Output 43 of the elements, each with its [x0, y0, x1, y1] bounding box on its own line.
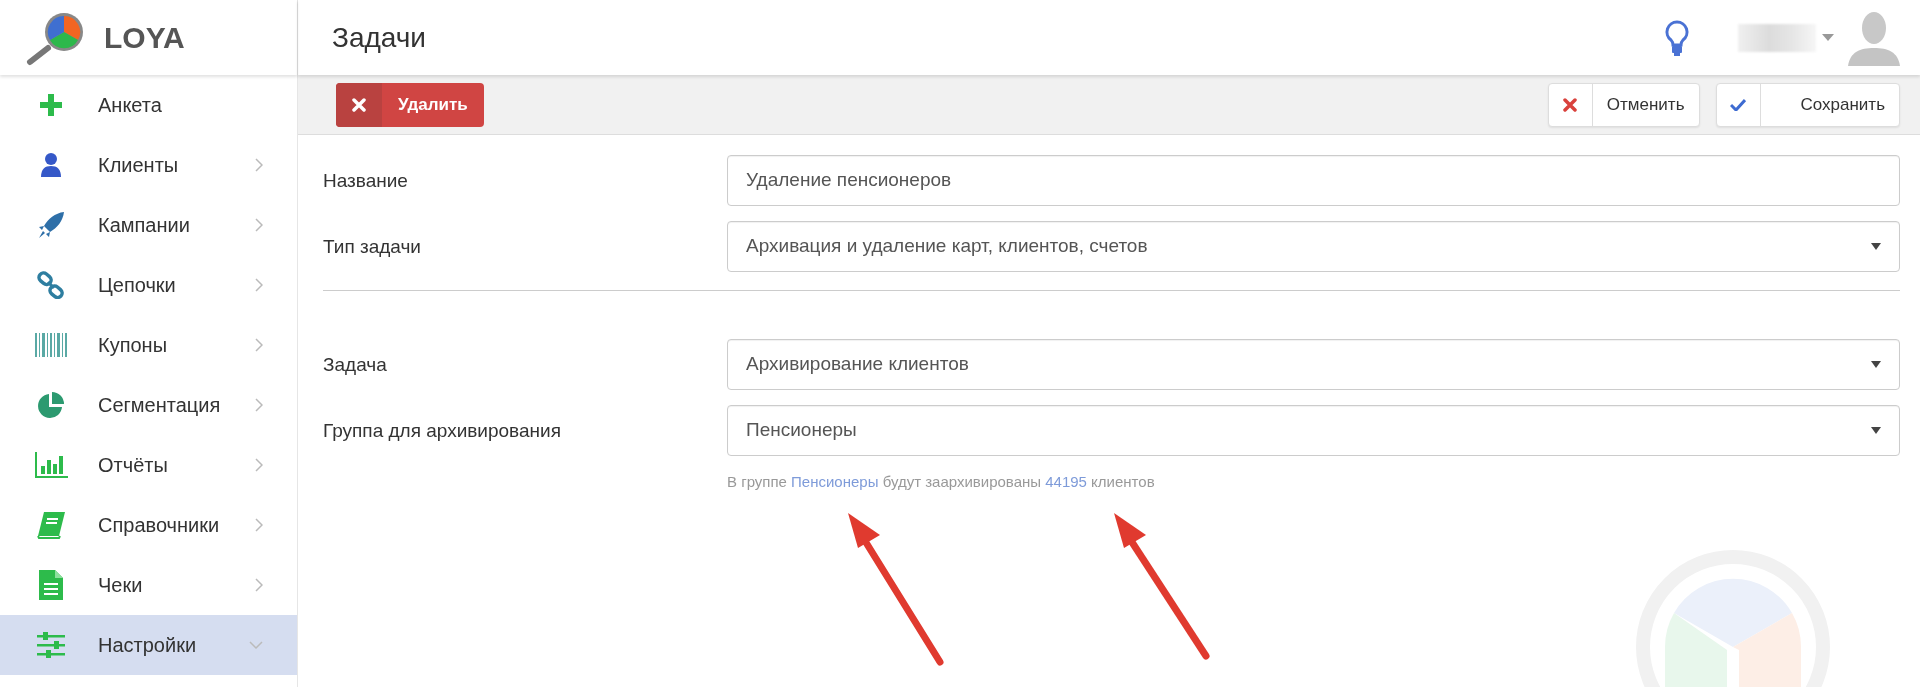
sidebar-item[interactable]: Отчёты — [0, 435, 297, 495]
field-label: Задача — [323, 353, 388, 377]
caret-down-icon — [1871, 361, 1881, 368]
sidebar-item[interactable]: Настройки — [0, 615, 297, 675]
text-field[interactable]: Удаление пенсионеров — [727, 155, 1900, 206]
book-icon — [36, 511, 66, 539]
bar-chart-icon — [34, 452, 68, 478]
close-icon — [352, 97, 366, 112]
chain-link-icon — [37, 271, 65, 299]
field-label: Тип задачи — [323, 235, 422, 259]
caret-down-icon — [1871, 427, 1881, 434]
save-button[interactable]: Сохранить — [1715, 82, 1900, 127]
sidebar-item[interactable]: Кампании — [0, 195, 297, 255]
lightbulb-icon[interactable] — [1664, 18, 1690, 57]
sidebar-item[interactable]: Справочники — [0, 495, 297, 555]
document-icon — [39, 570, 63, 600]
field-label: Название — [323, 169, 409, 193]
person-icon — [40, 152, 62, 178]
sidebar-item[interactable]: Клиенты — [0, 135, 297, 195]
sliders-icon — [37, 632, 65, 658]
caret-down-icon — [1871, 243, 1881, 250]
sidebar-item[interactable]: Сегментация — [0, 375, 297, 435]
field-label: Группа для архивирования — [323, 419, 562, 443]
sidebar-item[interactable]: Чеки — [0, 555, 297, 615]
select-field[interactable]: Пенсионеры — [727, 405, 1900, 456]
close-icon — [1563, 97, 1578, 112]
select-field[interactable]: Архивирование клиентов — [727, 339, 1900, 390]
sidebar-item[interactable]: Анкета — [0, 75, 297, 135]
avatar-silhouette[interactable] — [1848, 9, 1900, 66]
plus-icon — [39, 93, 63, 117]
rocket-icon — [37, 211, 65, 239]
cancel-button[interactable]: Отменить — [1547, 82, 1700, 127]
sidebar-item[interactable]: Купоны — [0, 315, 297, 375]
hint-text: В группе Пенсионеры будут заархивированы 44195 клиентов — [727, 472, 1156, 492]
sidebar-item[interactable]: Цепочки — [0, 255, 297, 315]
caret-down-icon[interactable] — [1822, 34, 1834, 41]
delete-button[interactable]: Удалить — [336, 82, 484, 127]
barcode-icon — [35, 333, 67, 357]
pie-chart-icon — [37, 391, 65, 419]
page-title: Задачи — [332, 20, 427, 55]
select-field[interactable]: Архивация и удаление карт, клиентов, счетов — [727, 221, 1900, 272]
checkmark-icon — [1730, 98, 1746, 111]
app-name: LOYA — [104, 20, 185, 56]
